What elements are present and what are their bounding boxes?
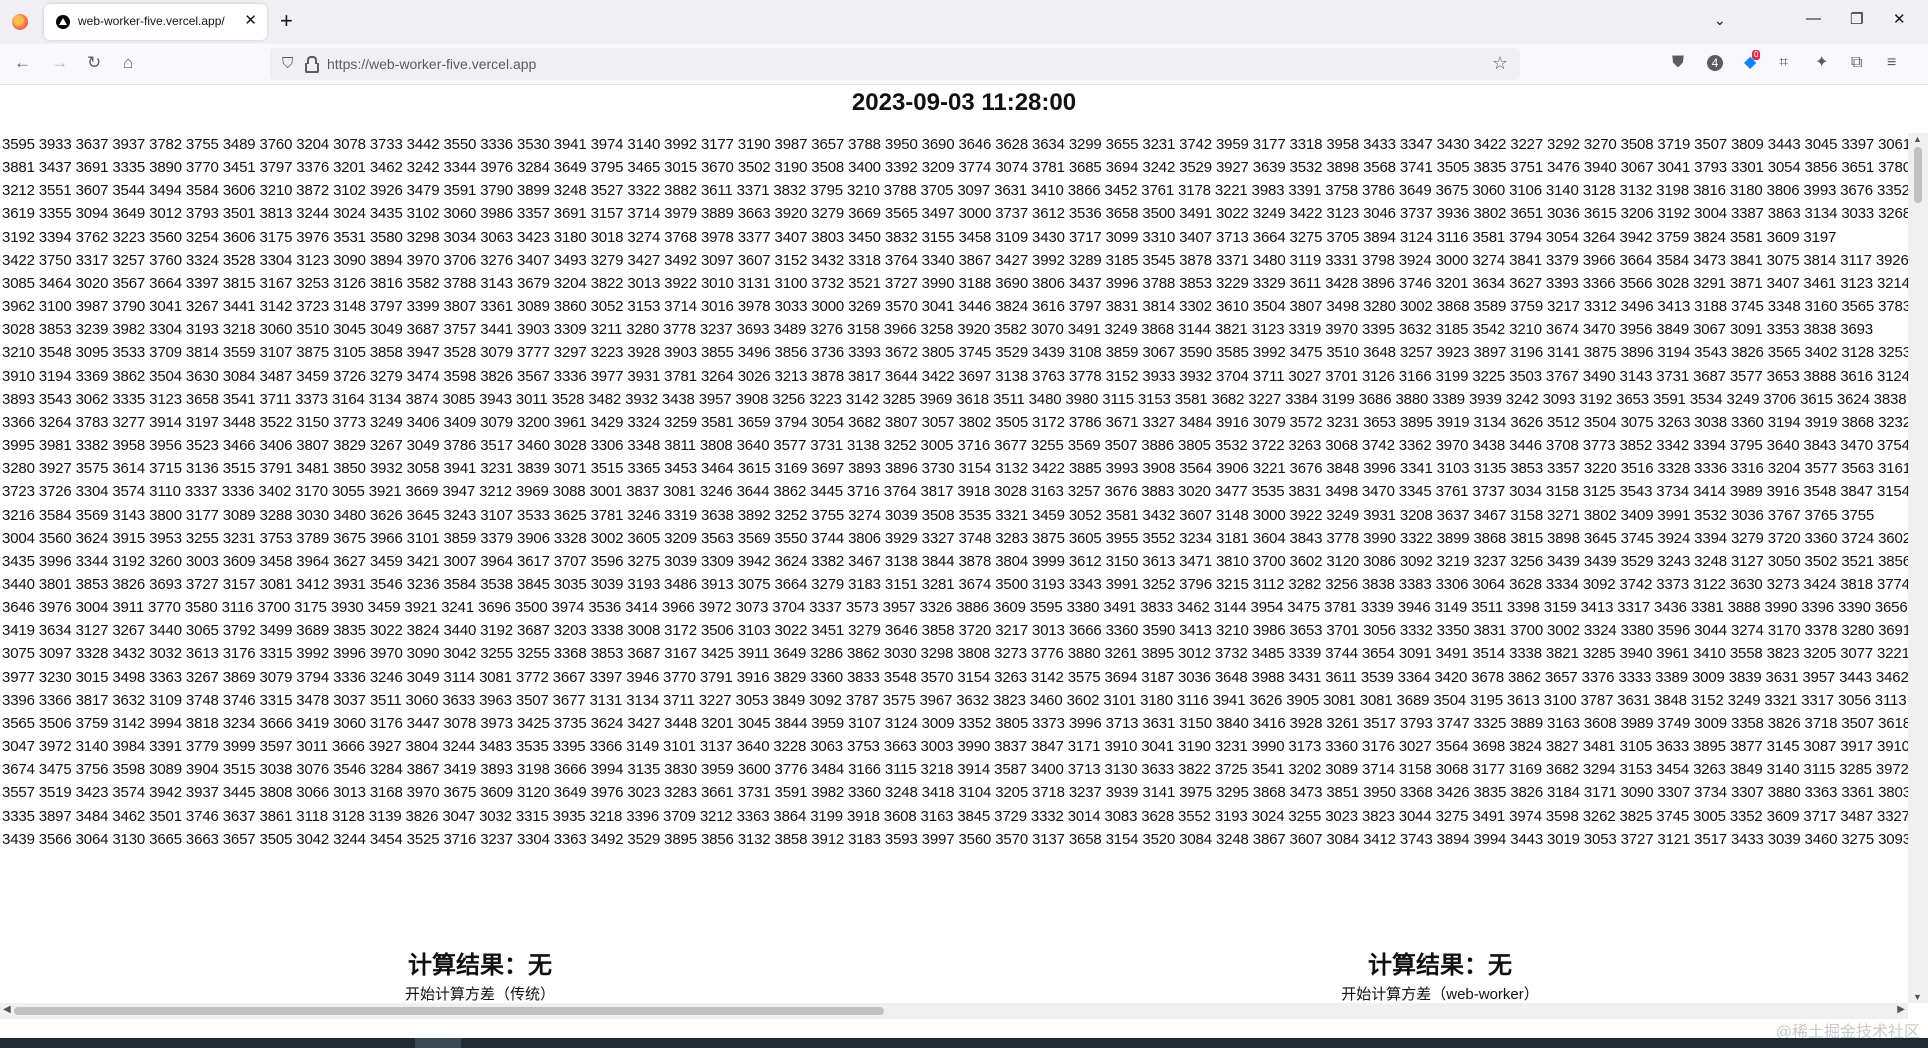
- list-all-tabs-icon[interactable]: ⌄: [1714, 12, 1726, 29]
- reload-icon[interactable]: ↻: [87, 53, 101, 73]
- close-tab-icon[interactable]: ✕: [244, 12, 257, 30]
- page-content: 2023-09-03 11:28:00 3595 3933 3637 3937 …: [0, 85, 1928, 1048]
- result-panel-web-worker: 计算结果：无 开始计算方差（web-worker）: [1290, 945, 1590, 1004]
- forward-icon[interactable]: →: [51, 53, 68, 73]
- tracking-protection-shield-icon[interactable]: ⛉: [282, 55, 293, 72]
- tab-strip: web-worker-five.vercel.app/ ✕ + ⌄ — ❐ ✕: [0, 0, 1928, 44]
- horizontal-scrollbar[interactable]: ◀ ▶: [0, 1003, 1908, 1019]
- result-title-web-worker: 计算结果：无: [1368, 952, 1512, 979]
- account-avatar-icon[interactable]: 4: [1707, 55, 1723, 71]
- start-variance-traditional-button[interactable]: 开始计算方差（传统）: [405, 983, 555, 1004]
- url-text[interactable]: https://web-worker-five.vercel.app: [327, 56, 536, 72]
- address-bar[interactable]: ⛉ https://web-worker-five.vercel.app ☆: [270, 48, 1520, 80]
- random-numbers-box[interactable]: 3595 3933 3637 3937 3782 3755 3489 3760 …: [0, 133, 1908, 1003]
- restore-window-icon[interactable]: ❐: [1850, 10, 1863, 28]
- random-numbers-text: 3595 3933 3637 3937 3782 3755 3489 3760 …: [2, 136, 1908, 848]
- screenshot-crop-icon[interactable]: ⌗: [1779, 53, 1788, 73]
- tab-web-worker[interactable]: web-worker-five.vercel.app/ ✕: [44, 4, 267, 40]
- lock-icon[interactable]: [305, 56, 319, 73]
- puzzle-extension-icon[interactable]: ✦: [1815, 53, 1828, 73]
- clock-display: 2023-09-03 11:28:00: [851, 89, 1077, 116]
- taskbar: [0, 1038, 1928, 1048]
- extension-badge: 0: [1752, 50, 1761, 60]
- scroll-right-arrow-icon[interactable]: ▶: [1897, 1004, 1905, 1015]
- vercel-favicon-icon: [56, 15, 70, 29]
- firefox-logo-icon[interactable]: [12, 14, 28, 30]
- extensions-icon[interactable]: ⧉: [1851, 53, 1862, 73]
- vertical-scroll-thumb[interactable]: [1914, 147, 1922, 203]
- scroll-up-arrow-icon[interactable]: ▲: [1913, 134, 1922, 144]
- result-title-traditional: 计算结果：无: [408, 952, 552, 979]
- bookmark-star-icon[interactable]: ☆: [1492, 53, 1508, 74]
- vertical-scrollbar[interactable]: ▲ ▼: [1908, 133, 1928, 1003]
- back-icon[interactable]: ←: [14, 53, 31, 73]
- new-tab-icon[interactable]: +: [280, 9, 293, 33]
- close-window-icon[interactable]: ✕: [1893, 10, 1906, 28]
- home-icon[interactable]: ⌂: [123, 53, 133, 73]
- menu-hamburger-icon[interactable]: ≡: [1887, 53, 1896, 73]
- pocket-icon[interactable]: ⛊: [1672, 53, 1684, 73]
- navigation-toolbar: ← → ↻ ⌂ ⛉ https://web-worker-five.vercel…: [0, 44, 1928, 85]
- start-variance-web-worker-button[interactable]: 开始计算方差（web-worker）: [1341, 983, 1539, 1004]
- result-panel-traditional: 计算结果：无 开始计算方差（传统）: [330, 945, 630, 1004]
- extension-icon[interactable]: ◆ 0: [1744, 50, 1761, 73]
- taskbar-item[interactable]: [415, 1038, 461, 1048]
- horizontal-scroll-thumb[interactable]: [14, 1007, 884, 1015]
- minimize-window-icon[interactable]: —: [1806, 10, 1821, 27]
- scroll-left-arrow-icon[interactable]: ◀: [3, 1004, 11, 1015]
- tab-title: web-worker-five.vercel.app/: [78, 14, 225, 28]
- scroll-down-arrow-icon[interactable]: ▼: [1913, 992, 1922, 1002]
